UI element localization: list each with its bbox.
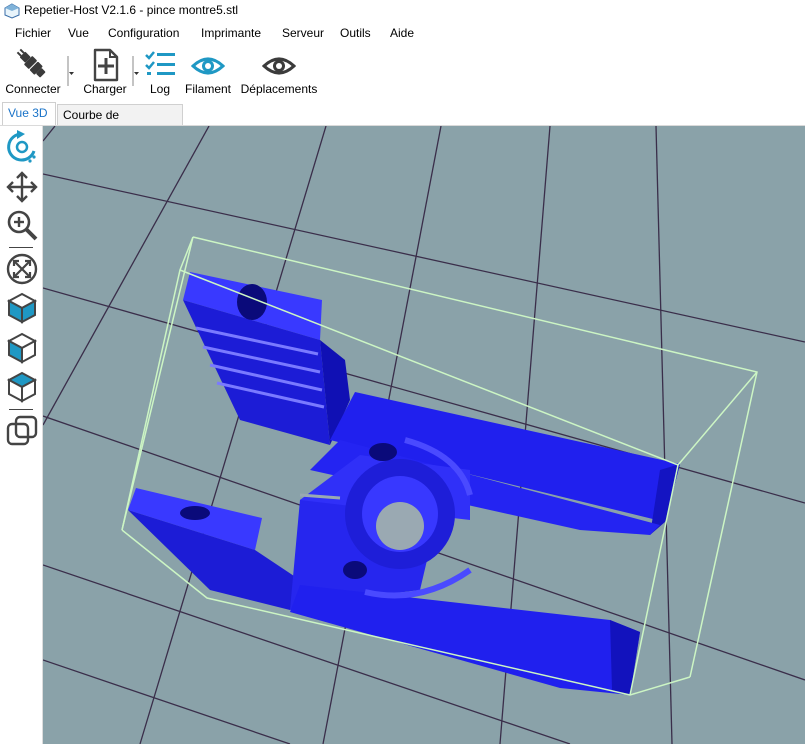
tab-vue-3d[interactable]: Vue 3D — [2, 102, 56, 126]
window-title: Repetier-Host V2.1.6 - pince montre5.stl — [24, 3, 239, 17]
sidebar-separator — [9, 409, 33, 410]
eye-icon — [262, 57, 296, 75]
menu-outils[interactable]: Outils — [340, 26, 371, 40]
tab-courbe-temperature[interactable]: Courbe de Température — [57, 104, 183, 142]
toolbar: Connecter Charger Log Filament Déplaceme… — [0, 46, 805, 98]
cube-top-icon[interactable] — [5, 370, 39, 404]
menu-imprimante[interactable]: Imprimante — [201, 26, 261, 40]
app-icon — [4, 3, 20, 19]
3d-viewport[interactable] — [43, 126, 805, 744]
cube-side-icon[interactable] — [5, 331, 39, 365]
menu-serveur[interactable]: Serveur — [282, 26, 324, 40]
connect-dropdown-icon[interactable] — [67, 56, 74, 86]
title-bar: Repetier-Host V2.1.6 - pince montre5.stl — [0, 0, 805, 22]
connect-label: Connecter — [5, 82, 61, 96]
log-button[interactable]: Log — [141, 46, 179, 98]
log-label: Log — [149, 82, 171, 96]
screw-hole — [180, 506, 210, 520]
cube-front-icon[interactable] — [5, 291, 39, 325]
plug-icon — [16, 48, 46, 78]
print-bed-scene — [43, 126, 805, 744]
zoom-icon[interactable] — [5, 208, 39, 242]
menu-fichier[interactable]: Fichier — [15, 26, 51, 40]
filament-button[interactable]: Filament — [182, 46, 234, 98]
view-toolbar — [0, 126, 43, 744]
filament-label: Filament — [184, 82, 231, 96]
menu-aide[interactable]: Aide — [390, 26, 414, 40]
load-dropdown-icon[interactable] — [132, 56, 139, 86]
moves-button[interactable]: Déplacements — [238, 46, 320, 98]
fit-view-icon[interactable] — [5, 252, 39, 286]
menu-bar: Fichier Vue Configuration Imprimante Ser… — [0, 24, 805, 44]
eye-icon — [191, 57, 225, 75]
clamp-bore — [376, 502, 424, 550]
menu-vue[interactable]: Vue — [68, 26, 89, 40]
sidebar-separator — [9, 247, 33, 248]
move-icon[interactable] — [5, 170, 39, 204]
moves-label: Déplacements — [240, 82, 318, 96]
menu-configuration[interactable]: Configuration — [108, 26, 179, 40]
load-button[interactable]: Charger — [80, 46, 130, 98]
connect-button[interactable]: Connecter — [2, 46, 64, 98]
add-file-icon — [93, 48, 119, 82]
load-label: Charger — [83, 82, 127, 96]
checklist-icon — [145, 51, 175, 75]
rotate-icon[interactable] — [5, 130, 39, 164]
view-tabs: Vue 3D Courbe de Température — [0, 102, 805, 142]
overlap-icon[interactable] — [5, 414, 39, 448]
